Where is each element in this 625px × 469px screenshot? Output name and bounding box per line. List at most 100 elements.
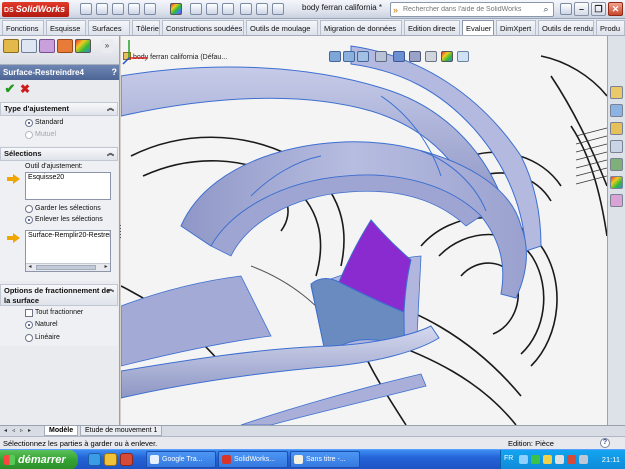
tab-edition-directe[interactable]: Edition directe <box>404 20 460 35</box>
help-question-icon[interactable] <box>560 3 572 15</box>
first-tab-icon[interactable]: ◂ <box>2 427 9 435</box>
language-indicator[interactable]: FR <box>504 455 513 462</box>
network-tray-icon[interactable] <box>531 455 540 464</box>
tab-outils-de-rendu[interactable]: Outils de rendu <box>538 20 594 35</box>
search-results-icon[interactable] <box>610 140 623 153</box>
pm-action-buttons: ✔ ✖ <box>0 80 119 100</box>
appearances-scenes-icon[interactable] <box>610 176 623 189</box>
show-desktop-icon[interactable] <box>104 453 117 466</box>
collapse-icon[interactable]: ︽ <box>107 103 114 115</box>
volume-tray-icon[interactable] <box>579 455 588 464</box>
trim-tool-selection-box[interactable]: Esquisse20 <box>25 172 111 200</box>
help-search-input[interactable] <box>403 4 535 15</box>
hide-show-items-icon[interactable] <box>425 51 437 62</box>
scroll-left-icon[interactable]: ◂ <box>26 264 34 271</box>
trim-type-group-header[interactable]: Type d'ajustement ︽ <box>0 102 118 116</box>
undo-icon[interactable] <box>190 3 202 15</box>
pieces-selection-box[interactable]: Surface-Remplir20-Restreindre ◂ ▸ <box>25 230 111 272</box>
file-explorer-icon[interactable] <box>610 122 623 135</box>
selection-item[interactable]: Esquisse20 <box>26 173 110 182</box>
view-palette-icon[interactable] <box>610 158 623 171</box>
selections-group-header[interactable]: Sélections ︽ <box>0 147 118 161</box>
taskbar-button-paint[interactable]: Sans titre -... <box>290 451 360 468</box>
solidworks-logo[interactable]: DS SolidWorks <box>2 2 70 17</box>
display-manager-icon[interactable] <box>75 39 91 53</box>
previous-view-icon[interactable] <box>357 51 369 62</box>
taskbar-button-solidworks[interactable]: SolidWorks... <box>218 451 288 468</box>
tab-dimxpert[interactable]: DimXpert <box>496 20 536 35</box>
print-icon[interactable] <box>144 3 156 15</box>
rebuild-icon[interactable] <box>222 3 234 15</box>
design-library-icon[interactable] <box>610 104 623 117</box>
tab-constructions-soudees[interactable]: Constructions soudées <box>162 20 244 35</box>
taskbar-button-google[interactable]: Google Tra... <box>146 451 216 468</box>
tab-outils-de-moulage[interactable]: Outils de moulage <box>246 20 318 35</box>
tab-migration-de-donnees[interactable]: Migration de données <box>320 20 402 35</box>
help-icon[interactable]: ? <box>112 65 118 80</box>
collapse-icon[interactable]: ︽ <box>107 285 114 295</box>
search-icon[interactable]: ⌕ <box>541 4 551 15</box>
section-view-icon[interactable] <box>375 51 387 62</box>
tab-model[interactable]: Modèle <box>44 426 79 436</box>
file-properties-icon[interactable] <box>240 3 252 15</box>
appearance-palette-icon[interactable] <box>170 3 182 15</box>
zoom-to-fit-icon[interactable] <box>329 51 341 62</box>
open-folder-icon[interactable] <box>112 3 124 15</box>
view-orientation-icon[interactable] <box>393 51 405 62</box>
select-pointer-icon[interactable] <box>206 3 218 15</box>
linear-radio[interactable] <box>25 334 33 342</box>
tab-fonctions[interactable]: Fonctions <box>2 20 44 35</box>
graphics-area[interactable]: body ferran california (Défau... <box>121 36 607 425</box>
restore-button[interactable]: ❐ <box>591 2 606 16</box>
tab-tolerie[interactable]: Tôlerie <box>132 20 160 35</box>
zoom-to-area-icon[interactable] <box>343 51 355 62</box>
split-options-group-header[interactable]: Options de fractionnement de la surface … <box>0 284 118 306</box>
close-button[interactable]: ✕ <box>608 2 623 16</box>
tab-motion-study[interactable]: Etude de mouvement 1 <box>80 426 163 436</box>
remove-selections-radio[interactable] <box>25 216 33 224</box>
scroll-right-icon[interactable]: ▸ <box>102 264 110 271</box>
custom-properties-icon[interactable] <box>610 194 623 207</box>
options-gear-icon[interactable] <box>256 3 268 15</box>
help-search-box[interactable]: » ⌕ <box>390 2 554 17</box>
panel-expand-icon[interactable]: » <box>101 39 113 53</box>
status-help-icon[interactable]: ? <box>600 438 610 448</box>
help-arrow-icon[interactable] <box>272 3 284 15</box>
property-manager-icon[interactable] <box>21 39 37 53</box>
trim-standard-radio[interactable] <box>25 119 33 127</box>
internet-explorer-icon[interactable] <box>88 453 101 466</box>
display-style-icon[interactable] <box>409 51 421 62</box>
tab-evaluer[interactable]: Evaluer <box>462 20 494 35</box>
ok-button[interactable]: ✔ <box>3 82 17 96</box>
edit-appearance-icon[interactable] <box>441 51 453 62</box>
play-tray-icon[interactable] <box>555 455 564 464</box>
selection-item[interactable]: Surface-Remplir20-Restreindre <box>26 231 110 240</box>
new-document-icon[interactable] <box>96 3 108 15</box>
last-tab-icon[interactable]: ▸ <box>26 427 33 435</box>
apply-scene-icon[interactable] <box>457 51 469 62</box>
quick-launch-app-icon[interactable] <box>120 453 133 466</box>
feature-tree-icon[interactable] <box>3 39 19 53</box>
tab-surfaces[interactable]: Surfaces <box>88 20 130 35</box>
save-icon[interactable] <box>128 3 140 15</box>
next-tab-icon[interactable]: ▹ <box>18 427 25 435</box>
solidworks-resources-icon[interactable] <box>610 86 623 99</box>
dimxpert-manager-icon[interactable] <box>57 39 73 53</box>
media-tray-icon[interactable] <box>543 455 552 464</box>
split-all-checkbox[interactable] <box>25 309 33 317</box>
menu-arrow-icon[interactable] <box>80 3 92 15</box>
cancel-button[interactable]: ✖ <box>18 82 32 96</box>
collapse-icon[interactable]: ︽ <box>107 148 114 160</box>
minimize-button[interactable]: – <box>574 2 589 16</box>
help-tray-icon[interactable] <box>519 455 528 464</box>
keep-selections-radio[interactable] <box>25 205 33 213</box>
natural-radio[interactable] <box>25 321 33 329</box>
prev-tab-icon[interactable]: ◃ <box>10 427 17 435</box>
start-button[interactable]: démarrer <box>0 450 78 469</box>
security-tray-icon[interactable] <box>567 455 576 464</box>
horizontal-scrollbar[interactable]: ◂ ▸ <box>26 263 110 271</box>
tab-produ[interactable]: Produ <box>596 20 625 35</box>
configuration-manager-icon[interactable] <box>39 39 55 53</box>
scroll-thumb[interactable] <box>36 265 96 270</box>
tab-esquisse[interactable]: Esquisse <box>46 20 86 35</box>
